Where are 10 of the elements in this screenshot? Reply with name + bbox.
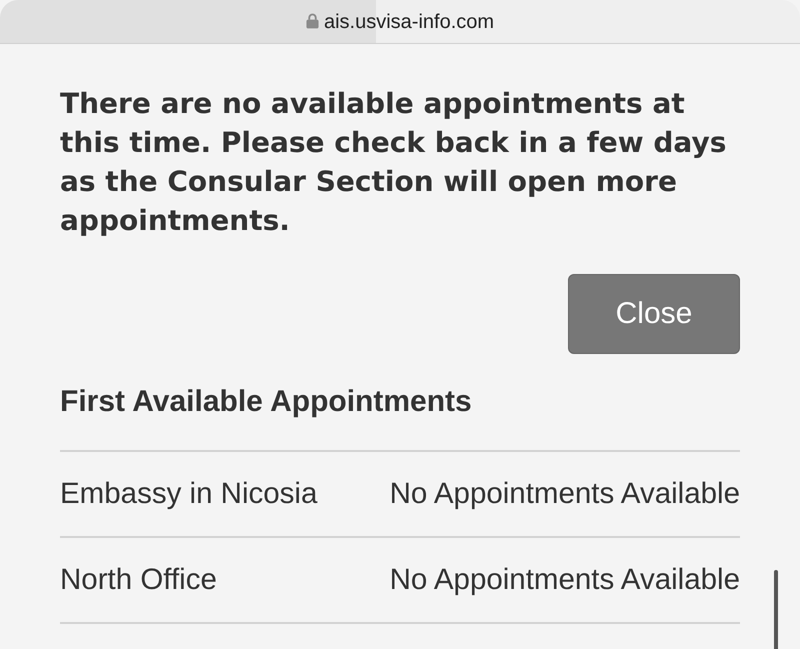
availability-status: No Appointments Available xyxy=(390,477,740,511)
availability-status: No Appointments Available xyxy=(390,563,740,597)
location-name: Embassy in Nicosia xyxy=(60,477,318,511)
address-bar[interactable]: ais.usvisa-info.com xyxy=(0,0,800,44)
no-appointments-message: There are no available appointments at this time. Please check back in a few days as the Consular Section will open more appointments. xyxy=(60,86,728,239)
url-text[interactable]: ais.usvisa-info.com xyxy=(324,10,494,34)
lock-icon xyxy=(306,12,319,28)
close-button[interactable]: Close xyxy=(568,274,740,354)
section-heading: First Available Appointments xyxy=(60,386,740,452)
location-name: North Office xyxy=(60,563,217,597)
